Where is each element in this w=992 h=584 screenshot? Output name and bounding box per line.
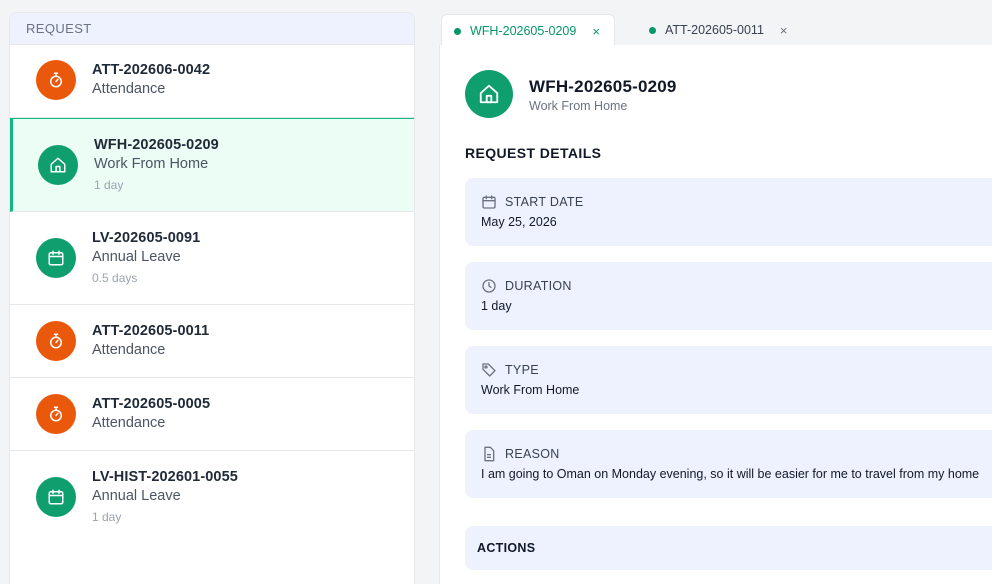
document-icon — [484, 446, 495, 462]
status-dot — [649, 26, 656, 34]
home-icon — [465, 70, 513, 118]
request-id: WFH-202605-0209 — [94, 137, 219, 153]
request-type: Attendance — [92, 415, 166, 431]
request-type: Attendance — [92, 342, 166, 358]
card-label: REASON — [505, 447, 560, 461]
actions-label: ACTIONS — [477, 541, 536, 555]
request-list-item[interactable]: ATT-202606-0042 Attendance — [10, 45, 414, 118]
actions-card: ACTIONS — [465, 526, 992, 570]
tab-label: WFH-202605-0209 — [470, 24, 577, 38]
request-type: Annual Leave — [92, 249, 181, 265]
stopwatch-icon — [36, 321, 76, 361]
request-id: ATT-202606-0042 — [92, 62, 211, 78]
card-value: 1 day — [481, 299, 512, 313]
request-id: ATT-202605-0005 — [92, 396, 211, 412]
stopwatch-icon — [36, 394, 76, 434]
request-list-panel: REQUEST ATT-202606-0042 Attendance WFH-2… — [9, 12, 415, 584]
request-list-item[interactable]: ATT-202605-0005 Attendance — [10, 378, 414, 451]
tab-label: ATT-202605-0011 — [665, 23, 764, 37]
section-title: REQUEST DETAILS — [465, 145, 602, 161]
detail-title: WFH-202605-0209 — [529, 77, 677, 96]
request-duration: 0.5 days — [92, 271, 138, 285]
home-icon — [38, 145, 78, 185]
request-list-item[interactable]: LV-202605-0091 Annual Leave 0.5 days — [10, 212, 414, 305]
type-card: TYPE Work From Home — [465, 346, 992, 414]
tab-att-202605-0011[interactable]: ATT-202605-0011 × — [637, 14, 798, 46]
tab-wfh-202605-0209[interactable]: WFH-202605-0209 × — [441, 14, 615, 47]
close-icon[interactable]: × — [780, 23, 788, 38]
request-list-header: REQUEST — [10, 13, 414, 45]
clock-icon — [482, 279, 496, 293]
request-type: Work From Home — [94, 156, 209, 172]
request-detail-panel: WFH-202605-0209 Work From Home REQUEST D… — [439, 45, 992, 584]
request-duration: 1 day — [94, 178, 124, 192]
close-icon[interactable]: × — [592, 24, 600, 39]
request-type: Attendance — [92, 81, 166, 97]
start-date-card: START DATE May 25, 2026 — [465, 178, 992, 246]
reason-card: REASON I am going to Oman on Monday even… — [465, 430, 992, 498]
request-type: Annual Leave — [92, 488, 181, 504]
card-label: TYPE — [505, 363, 539, 377]
tab-bar: WFH-202605-0209 × ATT-202605-0011 × — [439, 12, 992, 47]
stopwatch-icon — [36, 60, 76, 100]
request-id: LV-HIST-202601-0055 — [92, 469, 238, 485]
card-label: START DATE — [505, 195, 584, 209]
status-dot — [454, 27, 461, 35]
request-list-item[interactable]: ATT-202605-0011 Attendance — [10, 305, 414, 378]
card-value: Work From Home — [481, 383, 580, 397]
request-list-item-selected[interactable]: WFH-202605-0209 Work From Home 1 day — [10, 118, 414, 212]
tag-icon — [482, 363, 496, 377]
request-duration: 1 day — [92, 510, 122, 524]
card-value: May 25, 2026 — [481, 215, 557, 229]
request-id: ATT-202605-0011 — [92, 323, 210, 339]
card-value: I am going to Oman on Monday evening, so… — [481, 467, 980, 481]
detail-subtitle: Work From Home — [529, 99, 628, 113]
calendar-icon — [482, 195, 496, 209]
calendar-icon — [36, 477, 76, 517]
calendar-icon — [36, 238, 76, 278]
request-list-item[interactable]: LV-HIST-202601-0055 Annual Leave 1 day — [10, 451, 414, 544]
card-label: DURATION — [505, 279, 572, 293]
request-id: LV-202605-0091 — [92, 230, 201, 246]
duration-card: DURATION 1 day — [465, 262, 992, 330]
